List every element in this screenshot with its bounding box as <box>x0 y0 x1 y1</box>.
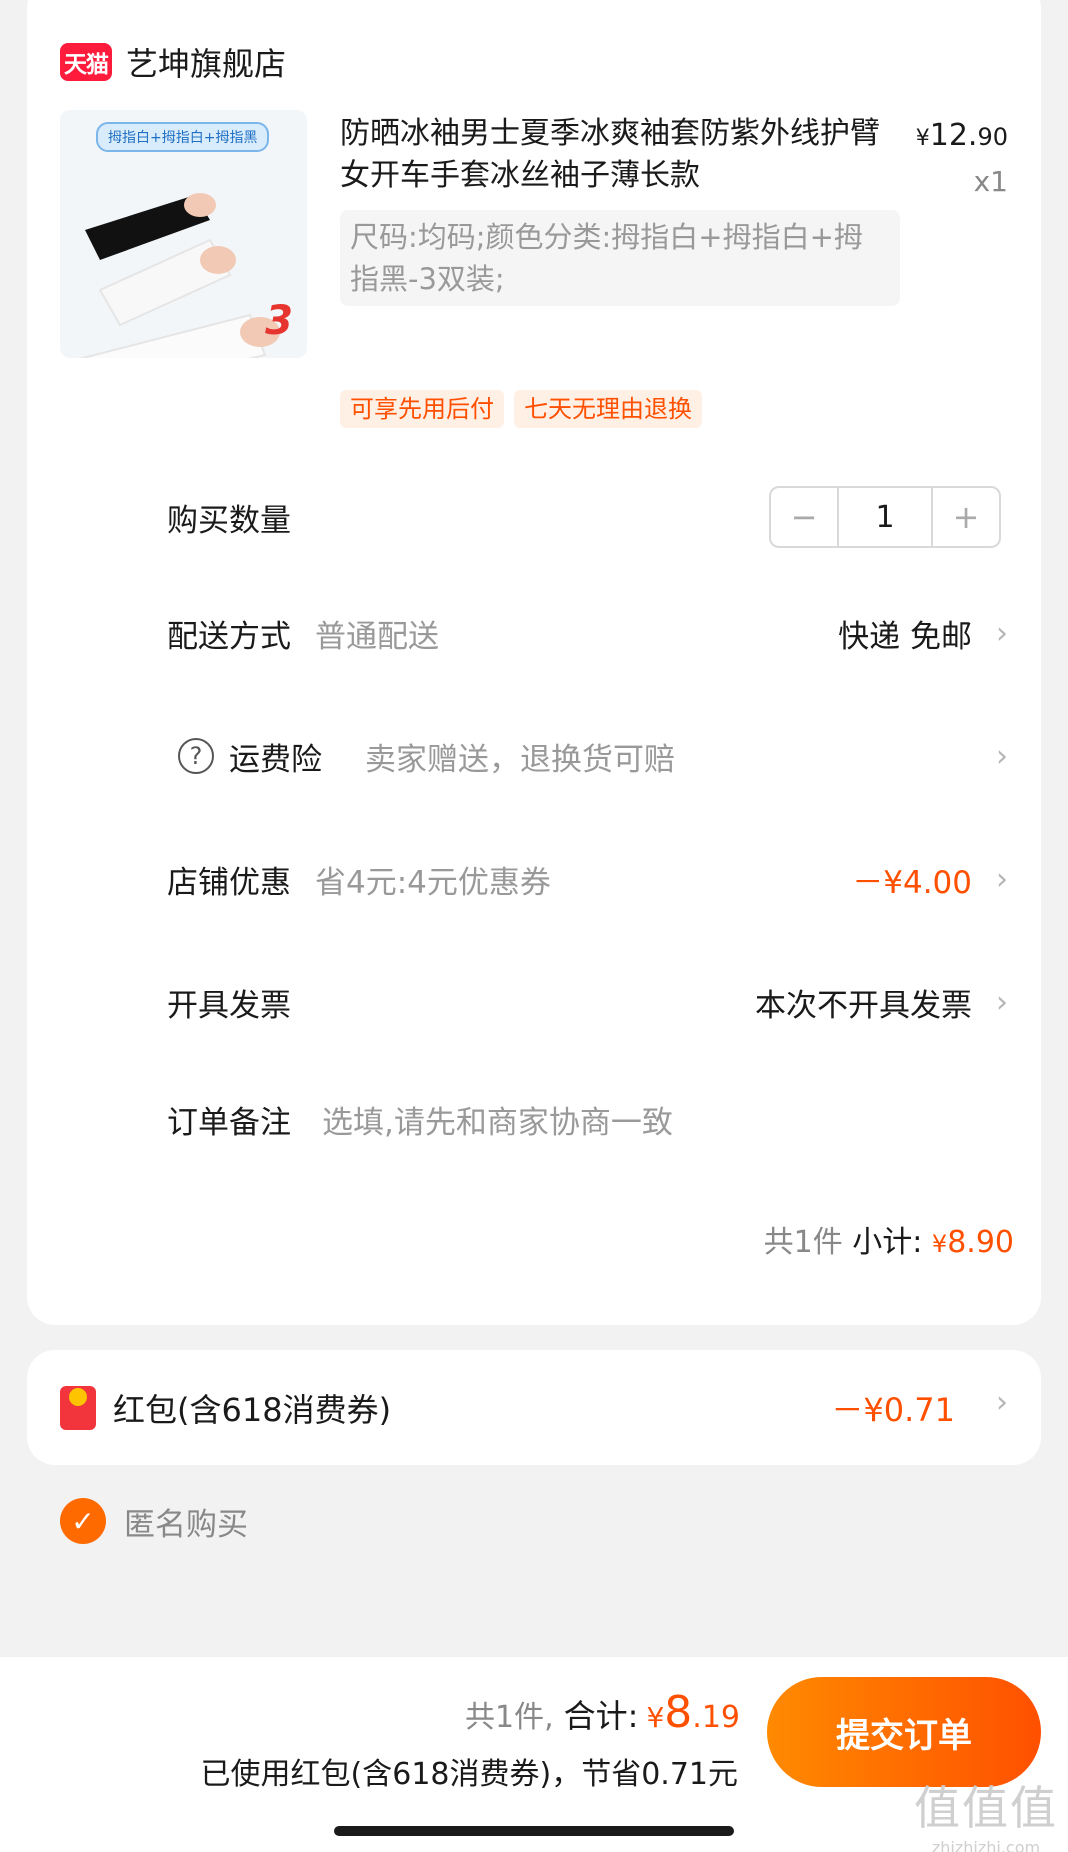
total-line: 共1件, 合计: ¥ 8 .19 <box>465 1687 740 1738</box>
shop-discount-value: －¥4.00 <box>852 864 972 901</box>
remark-input[interactable]: 选填,请先和商家协商一致 <box>322 1097 1008 1142</box>
remark-label: 订单备注 <box>167 1104 291 1141</box>
insurance-sub: 卖家赠送，退换货可赔 <box>365 741 675 778</box>
decrement-button[interactable]: − <box>771 488 837 546</box>
checkout-bar: 共1件, 合计: ¥ 8 .19 已使用红包(含618消费券)，节省0.71元 … <box>0 1657 1068 1852</box>
delivery-row[interactable]: 配送方式 普通配送 快递 免邮 › <box>167 603 1008 663</box>
shop-discount-sub: 省4元:4元优惠券 <box>315 864 551 901</box>
shop-discount-label: 店铺优惠 <box>167 864 291 901</box>
total-count: 共1件, <box>465 1700 554 1735</box>
shop-header[interactable]: 天猫 艺坤旗舰店 <box>60 32 286 92</box>
checkmark-icon[interactable]: ✓ <box>60 1498 106 1544</box>
product-price: ¥12.90 <box>916 118 1008 153</box>
shop-name[interactable]: 艺坤旗舰店 <box>126 39 286 85</box>
shop-discount-row[interactable]: 店铺优惠 省4元:4元优惠券 －¥4.00 › <box>167 849 1008 909</box>
invoice-value: 本次不开具发票 <box>755 987 972 1024</box>
help-icon[interactable]: ? <box>178 738 214 774</box>
tag-pay-later: 可享先用后付 <box>340 390 504 428</box>
subtotal-label: 小计: <box>852 1225 923 1260</box>
saving-text: 已使用红包(含618消费券)，节省0.71元 <box>200 1757 738 1792</box>
subtotal-count: 共1件 <box>763 1225 843 1260</box>
delivery-sub: 普通配送 <box>315 618 439 655</box>
anonymous-purchase-toggle[interactable]: ✓ 匿名购买 <box>60 1498 248 1544</box>
anonymous-label: 匿名购买 <box>124 1506 248 1543</box>
product-title[interactable]: 防晒冰袖男士夏季冰爽袖套防紫外线护臂女开车手套冰丝袖子薄长款 <box>340 113 900 197</box>
invoice-label: 开具发票 <box>167 987 291 1024</box>
quantity-stepper[interactable]: − 1 + <box>769 486 1001 548</box>
submit-order-button[interactable]: 提交订单 <box>767 1677 1041 1787</box>
service-tags: 可享先用后付 七天无理由退换 <box>340 390 702 428</box>
red-packet-label: 红包(含618消费券) <box>113 1391 392 1429</box>
chevron-right-icon: › <box>996 615 1008 651</box>
order-card: 天猫 艺坤旗舰店 拇指白+拇指白+拇指黑 3 防晒冰袖男士夏季冰爽袖套防紫外线护… <box>27 0 1041 1325</box>
home-indicator[interactable] <box>334 1826 734 1836</box>
product-quantity: x1 <box>973 165 1008 198</box>
total-int: 8 <box>664 1687 693 1738</box>
price-int: 12. <box>929 118 978 153</box>
chevron-right-icon: › <box>996 1385 1008 1420</box>
total-dec: .19 <box>692 1700 740 1735</box>
chevron-right-icon: › <box>996 984 1008 1020</box>
price-currency: ¥ <box>915 126 930 151</box>
tmall-logo-icon: 天猫 <box>60 43 112 81</box>
subtotal-currency: ¥ <box>931 1230 948 1258</box>
chevron-right-icon: › <box>996 738 1008 774</box>
watermark-logo: 值值值 <box>914 1781 1058 1835</box>
insurance-row[interactable]: 运费险 卖家赠送，退换货可赔 › <box>229 726 1008 786</box>
product-image[interactable]: 拇指白+拇指白+拇指黑 3 <box>60 110 307 358</box>
increment-button[interactable]: + <box>933 488 999 546</box>
delivery-label: 配送方式 <box>167 618 291 655</box>
subtotal: 共1件 小计: ¥8.90 <box>764 1217 1014 1261</box>
watermark-url: zhizhizhi.com <box>931 1838 1041 1852</box>
total-currency: ¥ <box>646 1701 665 1734</box>
price-dec: 90 <box>977 123 1008 151</box>
red-packet-icon <box>60 1386 96 1430</box>
insurance-label: 运费险 <box>229 741 322 778</box>
subtotal-amount: 8.90 <box>947 1225 1014 1260</box>
remark-row: 订单备注 选填,请先和商家协商一致 <box>167 1089 1008 1149</box>
total-label: 合计: <box>563 1697 639 1735</box>
red-packet-row[interactable]: 红包(含618消费券) －¥0.71 › <box>27 1350 1041 1465</box>
invoice-row[interactable]: 开具发票 本次不开具发票 › <box>167 972 1008 1032</box>
image-banner: 拇指白+拇指白+拇指黑 <box>96 122 270 152</box>
red-packet-value: －¥0.71 <box>831 1391 955 1429</box>
image-badge: 3 <box>265 298 293 344</box>
tag-free-return: 七天无理由退换 <box>514 390 702 428</box>
quantity-label: 购买数量 <box>167 502 291 539</box>
watermark: 值值值 zhizhizhi.com <box>914 1772 1058 1852</box>
quantity-input[interactable]: 1 <box>837 488 933 546</box>
chevron-right-icon: › <box>996 861 1008 897</box>
sku-selector[interactable]: 尺码:均码;颜色分类:拇指白+拇指白+拇指黑-3双装; <box>340 210 900 306</box>
delivery-value: 快递 免邮 <box>838 618 972 655</box>
